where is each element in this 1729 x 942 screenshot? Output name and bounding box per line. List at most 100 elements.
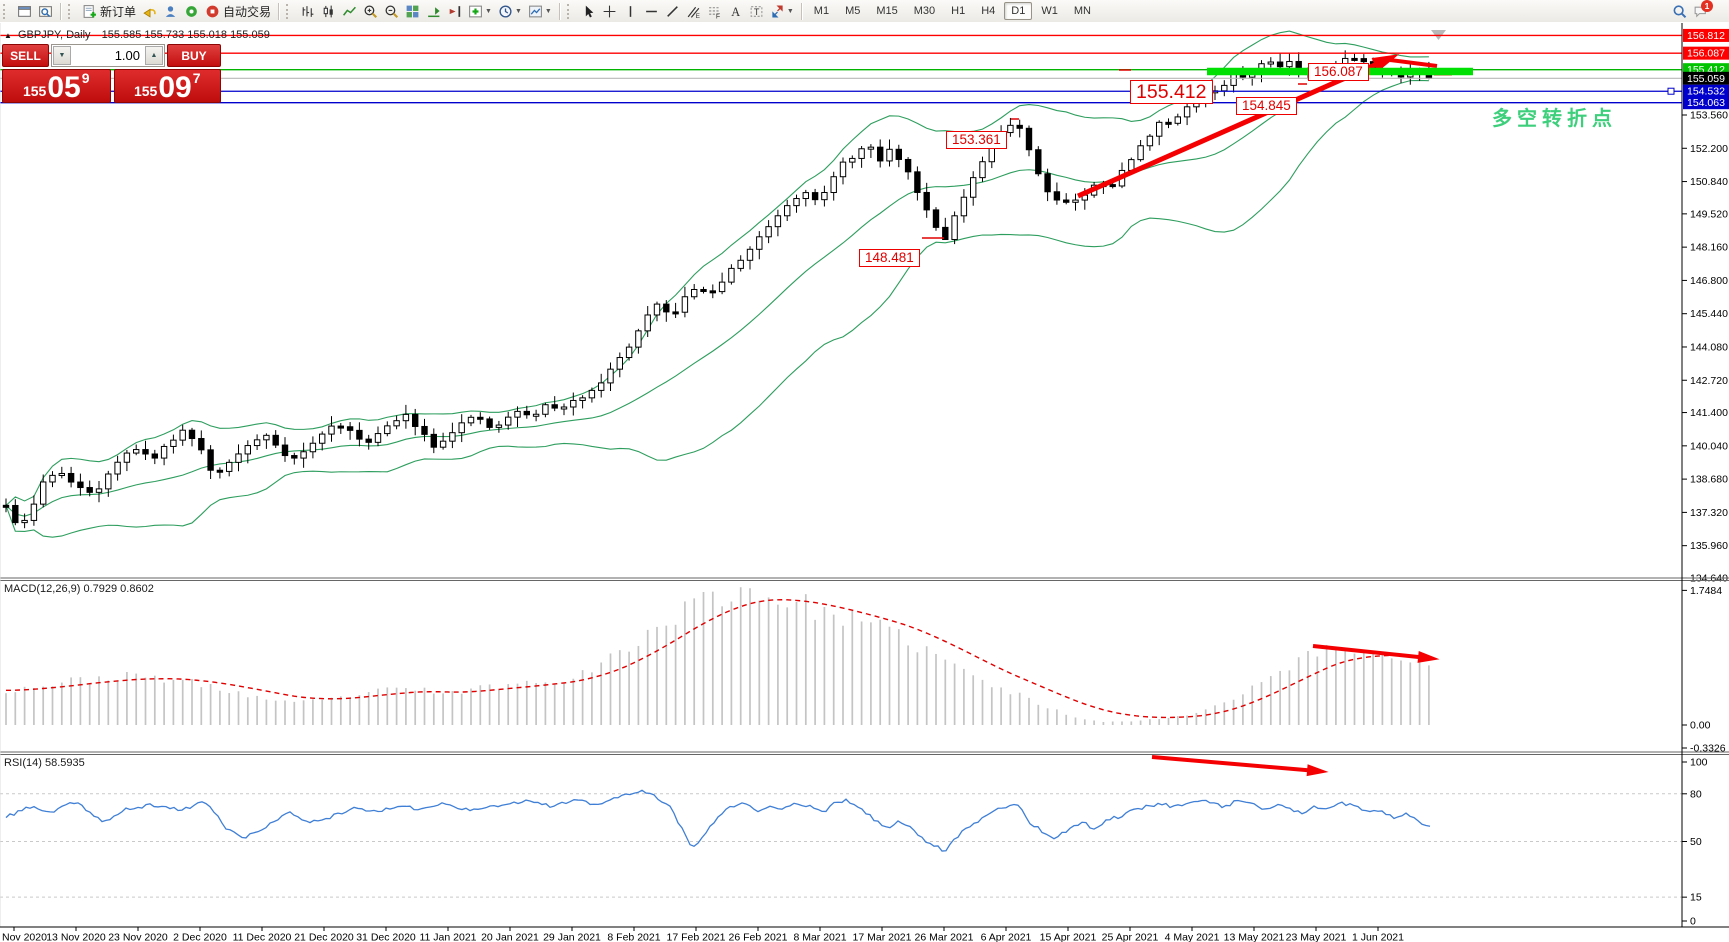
candlestick[interactable] <box>850 158 855 162</box>
candlestick[interactable] <box>264 435 269 439</box>
candlestick[interactable] <box>1166 122 1171 124</box>
toolbar-grip[interactable] <box>286 4 293 19</box>
candlestick[interactable] <box>589 390 594 397</box>
candlestick[interactable] <box>878 147 883 161</box>
volume-input[interactable] <box>72 45 144 66</box>
sell-price-display[interactable]: 155 05 9 <box>2 69 111 103</box>
trendline-icon[interactable] <box>662 1 683 21</box>
candlestick[interactable] <box>413 414 418 426</box>
candlestick[interactable] <box>189 430 194 438</box>
buy-button[interactable]: BUY <box>167 44 221 67</box>
candlestick[interactable] <box>626 347 631 357</box>
candlestick[interactable] <box>645 315 650 331</box>
candlestick[interactable] <box>347 427 352 431</box>
candlestick[interactable] <box>31 504 36 520</box>
cursor-icon[interactable] <box>578 1 599 21</box>
candlestick[interactable] <box>571 400 576 407</box>
candlestick[interactable] <box>506 417 511 425</box>
timeframe-button-d1[interactable]: D1 <box>1004 2 1032 20</box>
candlestick[interactable] <box>366 439 371 442</box>
chinese-note[interactable]: 多空转折点 <box>1492 102 1617 131</box>
timeframe-button-mn[interactable]: MN <box>1067 2 1098 20</box>
candlestick[interactable] <box>868 147 873 149</box>
candlestick[interactable] <box>1352 58 1357 60</box>
candlestick[interactable] <box>803 193 808 199</box>
candlestick[interactable] <box>775 216 780 227</box>
candlestick[interactable] <box>50 475 55 482</box>
toolbar-grip[interactable] <box>68 4 75 19</box>
indicators-dropdown-caret[interactable]: ▼ <box>485 8 492 15</box>
candlestick[interactable] <box>59 473 64 475</box>
tile-windows-icon[interactable] <box>402 1 423 21</box>
signals-icon[interactable] <box>181 1 202 21</box>
accounts-icon[interactable] <box>160 1 181 21</box>
timeframe-button-m5[interactable]: M5 <box>838 2 867 20</box>
candlestick[interactable] <box>859 149 864 159</box>
timeframe-button-m15[interactable]: M15 <box>869 2 904 20</box>
chart-canvas[interactable]: 153.560152.200150.840149.520148.160146.8… <box>0 22 1729 942</box>
autotrading-icon[interactable]: 自动交易 <box>202 1 274 21</box>
timeframe-button-m30[interactable]: M30 <box>907 2 942 20</box>
candlestick[interactable] <box>1073 200 1078 202</box>
candlestick[interactable] <box>478 417 483 419</box>
fibonacci-icon[interactable]: F <box>704 1 725 21</box>
timeframe-button-h4[interactable]: H4 <box>974 2 1002 20</box>
candlestick[interactable] <box>3 505 8 507</box>
candlestick[interactable] <box>22 520 27 522</box>
candlestick[interactable] <box>738 260 743 268</box>
timeframe-button-w1[interactable]: W1 <box>1034 2 1065 20</box>
line-handle[interactable] <box>1668 88 1674 94</box>
candlestick[interactable] <box>68 473 73 482</box>
candlestick[interactable] <box>254 440 259 446</box>
zoom-in-icon[interactable] <box>360 1 381 21</box>
candlestick[interactable] <box>1026 128 1031 149</box>
candlestick[interactable] <box>1045 174 1050 192</box>
candlestick[interactable] <box>747 249 752 260</box>
candlestick[interactable] <box>599 383 604 390</box>
line-chart-icon[interactable] <box>339 1 360 21</box>
candlestick[interactable] <box>1129 160 1134 171</box>
candlestick[interactable] <box>329 426 334 434</box>
candlestick[interactable] <box>887 149 892 161</box>
candlestick[interactable] <box>905 159 910 171</box>
candlestick[interactable] <box>673 312 678 314</box>
price-annotation[interactable]: 148.481 <box>859 249 920 267</box>
candlestick[interactable] <box>1175 117 1180 123</box>
candlestick[interactable] <box>124 453 129 462</box>
sell-button[interactable]: SELL <box>2 44 49 67</box>
candlestick[interactable] <box>794 199 799 206</box>
candlestick[interactable] <box>831 177 836 193</box>
candlestick[interactable] <box>134 450 139 453</box>
candlestick[interactable] <box>515 411 520 417</box>
candlestick[interactable] <box>487 419 492 427</box>
candlestick[interactable] <box>915 172 920 193</box>
new-order-icon[interactable]: 新订单 <box>79 1 139 21</box>
indicators-icon[interactable]: ▼ <box>465 1 495 21</box>
price-annotation[interactable]: 155.412 <box>1130 80 1213 104</box>
candlestick[interactable] <box>1361 59 1366 62</box>
candlestick[interactable] <box>543 405 548 415</box>
candlestick[interactable] <box>468 417 473 423</box>
crosshair-icon[interactable] <box>599 1 620 21</box>
candlestick[interactable] <box>766 227 771 237</box>
candlestick[interactable] <box>1184 107 1189 117</box>
candlestick[interactable] <box>812 193 817 200</box>
candlestick[interactable] <box>608 369 613 383</box>
candlestick[interactable] <box>1222 85 1227 90</box>
candlestick[interactable] <box>1138 146 1143 160</box>
candlestick[interactable] <box>1277 62 1282 67</box>
templates-dropdown-caret[interactable]: ▼ <box>545 8 552 15</box>
candlestick[interactable] <box>41 482 46 504</box>
timeframe-button-h1[interactable]: H1 <box>944 2 972 20</box>
candlestick[interactable] <box>431 434 436 447</box>
candlestick[interactable] <box>106 474 111 489</box>
candlestick[interactable] <box>692 289 697 296</box>
timeframe-button-m1[interactable]: M1 <box>807 2 836 20</box>
candlestick[interactable] <box>1147 136 1152 146</box>
alerts-icon[interactable] <box>139 1 160 21</box>
candlestick[interactable] <box>440 441 445 447</box>
templates-icon[interactable]: ▼ <box>525 1 555 21</box>
auto-scroll-icon[interactable] <box>423 1 444 21</box>
candlestick[interactable] <box>617 358 622 370</box>
candlestick[interactable] <box>87 488 92 493</box>
